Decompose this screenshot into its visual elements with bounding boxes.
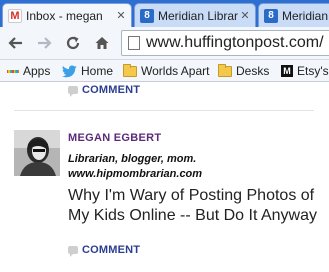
close-icon[interactable]: ✕ xyxy=(239,9,251,22)
comment-label: COMMENT xyxy=(82,244,141,256)
folder-icon xyxy=(218,63,232,77)
tab-strip: M Inbox - megan ✕ 8 Meridian Librar ✕ 8 … xyxy=(0,0,329,27)
divider xyxy=(14,110,314,111)
apps-icon xyxy=(7,65,19,77)
bookmark-label: Home xyxy=(81,64,114,78)
meridian-icon: 8 xyxy=(140,8,154,23)
url-text: www.huffingtonpost.com/ xyxy=(146,34,324,51)
home-button[interactable] xyxy=(91,32,113,54)
comment-link[interactable]: COMMENT xyxy=(68,84,141,97)
address-bar[interactable]: www.huffingtonpost.com/ xyxy=(121,30,329,56)
tab-meridian-library-2[interactable]: 8 Meridian Lib xyxy=(258,3,329,27)
tab-meridian-library-1[interactable]: 8 Meridian Librar ✕ xyxy=(134,3,256,27)
browser-window: M Inbox - megan ✕ 8 Meridian Librar ✕ 8 … xyxy=(0,0,329,272)
bookmark-worlds-apart[interactable]: Worlds Apart xyxy=(123,63,209,79)
article-headline[interactable]: Why I'm Wary of Posting Photos of My Kid… xyxy=(68,186,326,226)
bookmark-apps[interactable]: Apps xyxy=(7,63,50,79)
page-icon xyxy=(128,36,140,50)
author-avatar[interactable] xyxy=(14,130,60,176)
bookmark-etsy[interactable]: M Etsy's xyxy=(281,63,329,79)
tab-title: Meridian Librar xyxy=(158,8,239,23)
bookmark-label: Apps xyxy=(23,64,51,78)
comment-bubble-icon xyxy=(68,86,78,97)
browser-toolbar: www.huffingtonpost.com/ xyxy=(0,27,329,60)
forward-arrow-icon xyxy=(38,37,52,49)
comment-label: COMMENT xyxy=(82,84,141,96)
home-icon xyxy=(95,37,109,49)
tab-title: Inbox - megan xyxy=(26,8,103,23)
author-bio: Librarian, blogger, mom. www.hipmombrari… xyxy=(68,152,202,182)
comment-bubble-icon xyxy=(68,246,78,257)
etsy-icon: M xyxy=(281,65,293,77)
back-button[interactable] xyxy=(5,32,27,54)
tab-inbox[interactable]: M Inbox - megan ✕ xyxy=(2,3,132,27)
author-photo xyxy=(14,130,60,176)
gmail-icon: M xyxy=(8,8,22,23)
bookmarks-bar: Apps Home Worlds Apart Desks M Etsy's xyxy=(0,60,329,82)
bookmark-label: Worlds Apart xyxy=(141,64,210,78)
page-content: COMMENT MEGAN EGBERT Librarian, blogger,… xyxy=(0,82,329,272)
reload-button[interactable] xyxy=(62,32,84,54)
reload-icon xyxy=(66,36,80,50)
twitter-icon xyxy=(62,65,77,78)
meridian-icon: 8 xyxy=(264,8,278,23)
bio-website[interactable]: www.hipmombrarian.com xyxy=(68,167,202,182)
comment-link[interactable]: COMMENT xyxy=(68,244,141,257)
bookmark-label: Etsy's xyxy=(297,64,329,78)
tab-title: Meridian Lib xyxy=(282,8,329,23)
close-icon[interactable]: ✕ xyxy=(115,9,127,22)
bookmark-desks[interactable]: Desks xyxy=(218,63,269,79)
author-name[interactable]: MEGAN EGBERT xyxy=(68,132,161,144)
back-arrow-icon xyxy=(8,37,22,49)
bookmark-home[interactable]: Home xyxy=(62,63,113,79)
forward-button[interactable] xyxy=(33,32,55,54)
folder-icon xyxy=(123,63,137,77)
bookmark-label: Desks xyxy=(236,64,270,78)
bio-line: Librarian, blogger, mom. xyxy=(68,153,197,165)
